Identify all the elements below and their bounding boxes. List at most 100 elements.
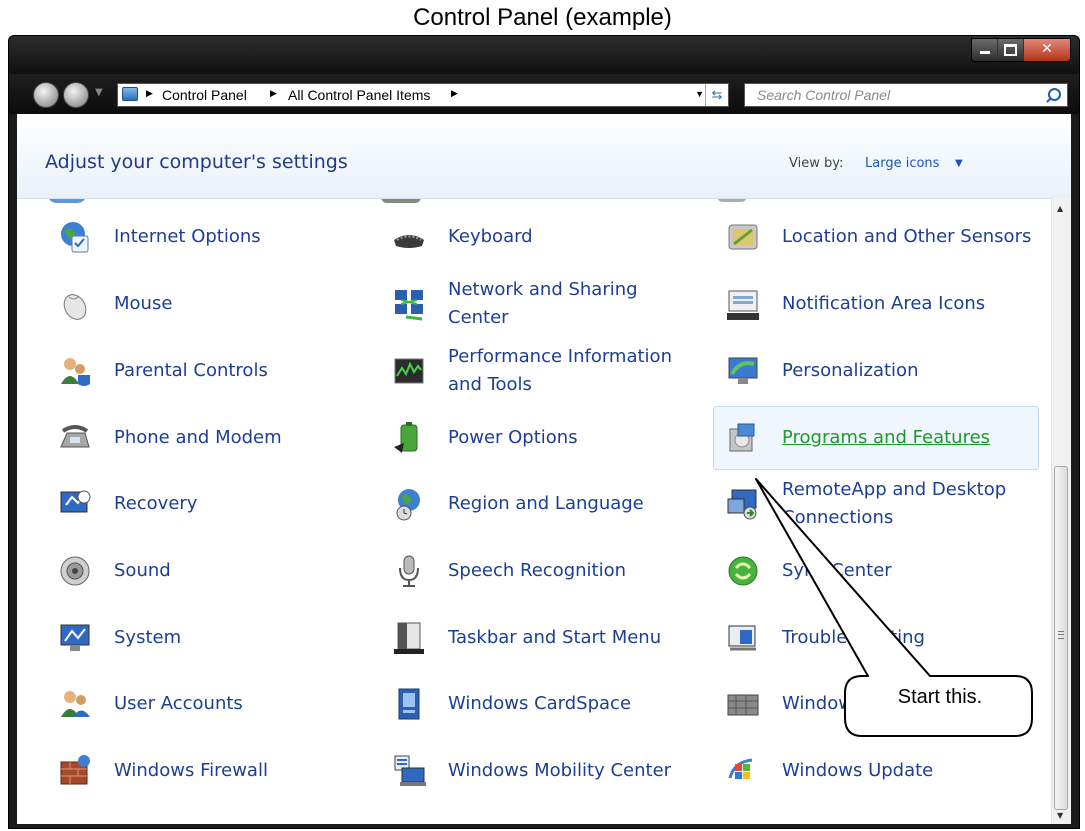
item-label[interactable]: Region and Language [448, 473, 698, 535]
breadcrumb-arrow-icon[interactable]: ▶ [146, 88, 153, 99]
control-panel-item[interactable]: Windows Update [713, 739, 1039, 803]
item-label[interactable]: RemoteApp and Desktop Connections [782, 473, 1032, 535]
search-input[interactable]: Search Control Panel [757, 87, 890, 103]
control-panel-item[interactable]: Taskbar and Start Menu [379, 606, 705, 670]
refresh-button[interactable]: ⇆ [705, 84, 728, 106]
item-label[interactable]: Network and Sharing Center [448, 273, 698, 335]
item-label[interactable]: Power Options [448, 407, 698, 469]
item-label[interactable]: System [114, 607, 364, 669]
control-panel-items: Internet Options Keyboard Location and Oth… [17, 199, 1047, 824]
content-pane: Adjust your computer's settings View by:… [17, 114, 1071, 824]
close-button[interactable]: ✕ [1024, 39, 1070, 61]
minimize-button[interactable] [972, 39, 998, 61]
address-bar[interactable]: ▶ Control Panel ▶ All Control Panel Item… [117, 83, 729, 107]
control-panel-icon [122, 87, 138, 101]
forward-button[interactable] [63, 82, 89, 108]
power-options-icon [392, 421, 426, 455]
item-label[interactable]: Windows CardSpace [448, 673, 698, 735]
breadcrumb-arrow-icon[interactable]: ▶ [270, 88, 277, 99]
item-label[interactable]: Parental Controls [114, 340, 364, 402]
control-panel-item[interactable]: Internet Options [45, 205, 371, 269]
location-sensors-icon [726, 220, 760, 254]
partial-item-icon [47, 199, 87, 203]
refresh-icon: ⇆ [711, 87, 723, 102]
control-panel-item[interactable]: Speech Recognition [379, 539, 705, 603]
close-icon: ✕ [1041, 41, 1053, 57]
search-icon[interactable] [1048, 88, 1061, 101]
item-label[interactable]: Phone and Modem [114, 407, 364, 469]
control-panel-item[interactable]: Sync Center [713, 539, 1039, 603]
control-panel-item[interactable]: Troubleshooting [713, 606, 1039, 670]
control-panel-item[interactable]: Programs and Features [713, 406, 1039, 470]
minimize-icon [979, 51, 990, 54]
view-by-selector[interactable]: Large icons [865, 156, 939, 171]
breadcrumb-all-items[interactable]: All Control Panel Items [288, 87, 430, 103]
control-panel-item[interactable]: Windows Firewall [45, 739, 371, 803]
control-panel-item[interactable]: Region and Language [379, 472, 705, 536]
vertical-scrollbar[interactable]: ▲ ▼ [1051, 198, 1071, 824]
defender-icon [726, 687, 760, 721]
personalization-icon [726, 354, 760, 388]
search-box[interactable]: Search Control Panel [744, 83, 1068, 107]
control-panel-item[interactable]: Windows CardSpace [379, 672, 705, 736]
programs-features-icon [726, 421, 760, 455]
item-label[interactable]: Windows Mobility Center [448, 740, 698, 802]
item-label[interactable]: Recovery [114, 473, 364, 535]
control-panel-item[interactable]: Keyboard [379, 205, 705, 269]
firewall-icon [58, 754, 92, 788]
control-panel-window: ✕ ▼ ▶ Control Panel ▶ All Control Panel … [8, 35, 1080, 829]
control-panel-item[interactable]: Recovery [45, 472, 371, 536]
control-panel-item[interactable]: Performance Information and Tools [379, 339, 705, 403]
item-label[interactable]: Windows Update [782, 740, 1032, 802]
recovery-icon [58, 487, 92, 521]
item-label[interactable]: Programs and Features [782, 407, 1032, 469]
control-panel-item[interactable]: Parental Controls [45, 339, 371, 403]
navigation-bar: ▼ ▶ Control Panel ▶ All Control Panel It… [9, 74, 1079, 114]
item-label[interactable]: Sound [114, 540, 364, 602]
partial-item-icon [717, 199, 747, 202]
control-panel-item[interactable]: Notification Area Icons [713, 272, 1039, 336]
breadcrumb-control-panel[interactable]: Control Panel [162, 87, 247, 103]
control-panel-item[interactable]: Network and Sharing Center [379, 272, 705, 336]
control-panel-item[interactable]: Location and Other Sensors [713, 205, 1039, 269]
window-controls: ✕ [971, 38, 1071, 62]
scroll-up-icon[interactable]: ▲ [1057, 204, 1063, 213]
control-panel-item[interactable]: User Accounts [45, 672, 371, 736]
control-panel-item[interactable]: Mouse [45, 272, 371, 336]
item-label[interactable]: User Accounts [114, 673, 364, 735]
chevron-down-icon[interactable]: ▼ [955, 158, 963, 169]
notification-area-icon [726, 287, 760, 321]
mouse-icon [58, 287, 92, 321]
item-label[interactable]: Location and Other Sensors [782, 206, 1032, 268]
mobility-center-icon [392, 754, 426, 788]
item-label[interactable]: Taskbar and Start Menu [448, 607, 698, 669]
item-label[interactable]: Mouse [114, 273, 364, 335]
address-dropdown-icon[interactable]: ▼ [695, 89, 704, 99]
control-panel-item[interactable]: Personalization [713, 339, 1039, 403]
scroll-down-icon[interactable]: ▼ [1057, 811, 1063, 820]
control-panel-item[interactable]: Sound [45, 539, 371, 603]
item-label[interactable]: Windows Firewall [114, 740, 364, 802]
recent-pages-dropdown[interactable]: ▼ [95, 87, 103, 98]
back-button[interactable] [33, 82, 59, 108]
internet-options-icon [58, 220, 92, 254]
maximize-button[interactable] [998, 39, 1024, 61]
item-label[interactable]: Performance Information and Tools [448, 340, 698, 402]
item-label[interactable]: Keyboard [448, 206, 698, 268]
item-label[interactable]: Notification Area Icons [782, 273, 1032, 335]
page-title: Adjust your computer's settings [45, 151, 348, 173]
user-accounts-icon [58, 687, 92, 721]
control-panel-item[interactable]: Power Options [379, 406, 705, 470]
item-label[interactable]: Sync Center [782, 540, 1032, 602]
item-label[interactable]: Internet Options [114, 206, 364, 268]
control-panel-item[interactable]: Phone and Modem [45, 406, 371, 470]
breadcrumb-arrow-icon[interactable]: ▶ [451, 88, 458, 99]
speech-recognition-icon [392, 554, 426, 588]
control-panel-item[interactable]: RemoteApp and Desktop Connections [713, 472, 1039, 536]
item-label[interactable]: Personalization [782, 340, 1032, 402]
control-panel-item[interactable]: System [45, 606, 371, 670]
control-panel-item[interactable]: Windows Mobility Center [379, 739, 705, 803]
scrollbar-thumb[interactable] [1054, 466, 1068, 810]
item-label[interactable]: Speech Recognition [448, 540, 698, 602]
item-label[interactable]: Troubleshooting [782, 607, 1032, 669]
